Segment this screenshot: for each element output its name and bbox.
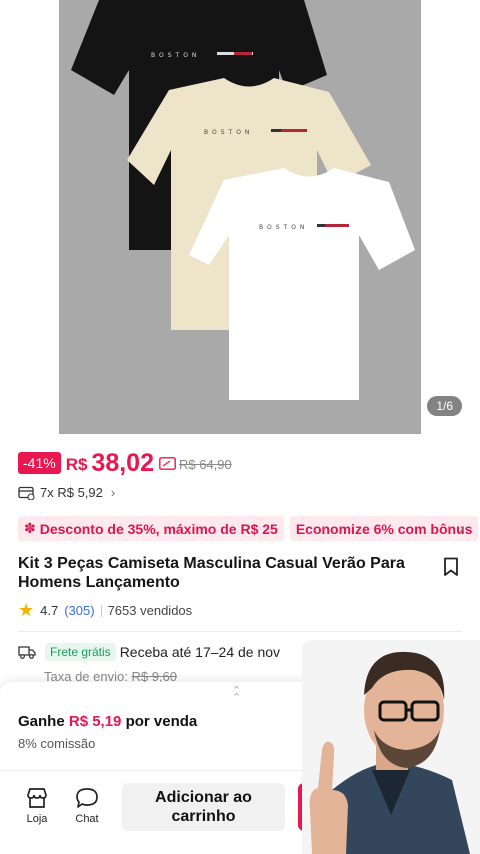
earnings-text: Ganhe R$ 5,19 por venda <box>18 713 197 730</box>
shop-button[interactable]: Loja <box>15 787 59 825</box>
gift-icon: ✽ <box>24 520 36 536</box>
earn-prefix: Ganhe <box>18 713 65 730</box>
star-icon: ★ <box>18 600 35 620</box>
rating-row[interactable]: ★ 4.7 (305) 7653 vendidos <box>18 600 192 621</box>
earn-suffix: por venda <box>125 713 198 730</box>
rating-value: 4.7 <box>40 603 59 618</box>
commission-text: 8% comissão <box>18 736 96 751</box>
free-shipping-badge: Frete grátis <box>45 643 116 661</box>
installments-text: 7x R$ 5,92 <box>40 485 103 500</box>
shirt-print-beige: BOSTON <box>204 129 253 136</box>
product-title: Kit 3 Peças Camiseta Masculina Casual Ve… <box>18 555 405 591</box>
price-row: -41% R$ 38,02 R$ 64,90 <box>18 449 232 477</box>
promo-chip-label: Desconto de 35%, máximo de R$ 25 <box>39 520 278 537</box>
installments-row[interactable]: 7x R$ 5,92 › <box>18 485 115 500</box>
card-icon <box>18 486 35 500</box>
truck-icon <box>18 645 36 659</box>
delivery-estimate: Receba até 17–24 de nov <box>119 644 281 660</box>
product-gallery[interactable]: BOSTON BOSTON BOSTON 1/6 <box>0 0 480 434</box>
review-count[interactable]: (305) <box>64 603 94 618</box>
chat-label: Chat <box>75 813 99 825</box>
sold-count: 7653 vendidos <box>107 603 193 618</box>
chevron-right-icon: › <box>110 485 116 500</box>
promo-row[interactable]: ✽ Desconto de 35%, máximo de R$ 25 Econo… <box>18 516 480 541</box>
chevron-right-icon[interactable]: › <box>459 520 464 536</box>
discount-badge: -41% <box>18 452 61 474</box>
coupon-icon[interactable] <box>159 456 176 470</box>
bookmark-icon[interactable] <box>443 557 459 577</box>
price-value: 38,02 <box>91 448 154 477</box>
promo-chip-label: Economize 6% com bônus <box>295 520 473 537</box>
presenter-image <box>302 640 480 854</box>
old-price: R$ 64,90 <box>178 457 232 472</box>
product-image[interactable]: BOSTON BOSTON BOSTON <box>59 0 421 434</box>
store-icon <box>27 788 47 808</box>
presenter-video <box>302 640 480 854</box>
expand-handle-icon[interactable]: ⌃ ⌃ <box>232 686 241 704</box>
shop-label: Loja <box>26 813 48 825</box>
tshirts-illustration: BOSTON BOSTON BOSTON <box>71 0 415 400</box>
chat-button[interactable]: Chat <box>65 787 109 825</box>
shirt-print-black: BOSTON <box>151 52 200 59</box>
price-currency: R$ <box>65 454 88 474</box>
chat-icon <box>76 788 98 808</box>
divider <box>100 604 102 617</box>
add-to-cart-button[interactable]: Adicionar ao carrinho <box>122 783 285 831</box>
divider <box>18 631 462 632</box>
earn-amount: R$ 5,19 <box>68 713 122 730</box>
image-counter: 1/6 <box>427 396 462 416</box>
promo-chip-bonus[interactable]: Economize 6% com bônus <box>289 516 479 541</box>
shirt-print-white: BOSTON <box>259 224 308 231</box>
shipping-row[interactable]: Frete grátis Receba até 17–24 de nov <box>18 643 280 661</box>
promo-chip-discount[interactable]: ✽ Desconto de 35%, máximo de R$ 25 <box>18 516 284 541</box>
